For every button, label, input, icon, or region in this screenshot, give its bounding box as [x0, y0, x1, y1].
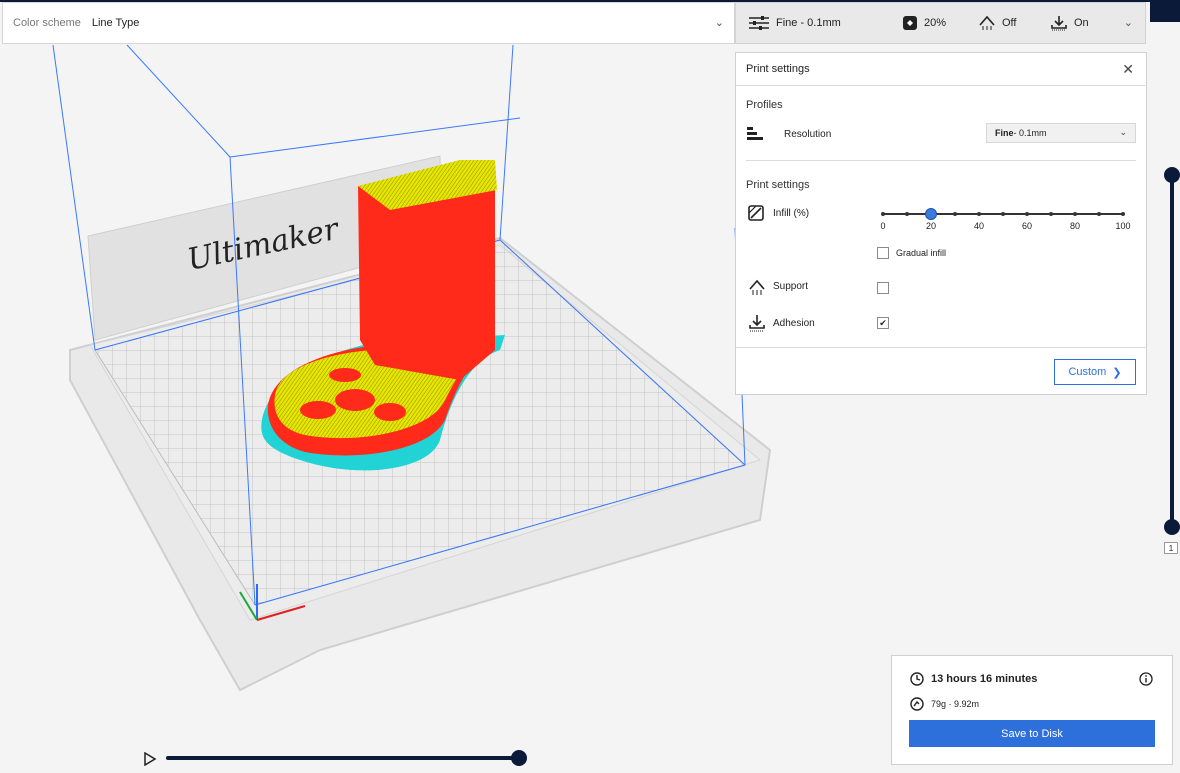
support-summary-text: Off	[1002, 17, 1017, 29]
material-usage: 79g · 9.92m	[931, 699, 980, 709]
infill-slider-step	[905, 212, 909, 216]
layer-number-label: 1	[1164, 542, 1178, 554]
simulation-handle[interactable]	[511, 750, 527, 766]
gradual-infill-label: Gradual infill	[896, 248, 947, 258]
support-icon	[749, 279, 765, 295]
infill-icon	[748, 205, 764, 221]
model-wheel-hub	[335, 389, 375, 411]
infill-slider-step	[977, 212, 981, 216]
resolution-profile-name: Fine	[995, 128, 1014, 138]
infill-slider-step	[1001, 212, 1005, 216]
clock-icon	[910, 672, 924, 686]
print-estimate-card: 13 hours 16 minutes 79g · 9.92m Save to …	[891, 655, 1173, 765]
model-wheel-hole-3	[329, 368, 361, 382]
support-checkbox[interactable]	[877, 282, 889, 294]
support-icon	[979, 15, 995, 30]
infill-summary-text: 20%	[924, 17, 947, 29]
adhesion-label: Adhesion	[773, 318, 815, 329]
adhesion-checkbox[interactable]: ✔	[877, 317, 889, 329]
color-scheme-value: Line Type	[91, 17, 140, 29]
infill-slider-step	[953, 212, 957, 216]
custom-settings-button[interactable]: Custom ❯	[1054, 359, 1136, 385]
panel-footer-divider	[736, 347, 1146, 348]
infill-tick-label: 40	[973, 221, 984, 231]
color-scheme-label: Color scheme	[13, 17, 81, 29]
adhesion-summary[interactable]: On	[1050, 15, 1089, 31]
infill-icon	[903, 16, 917, 30]
resolution-profile-height: - 0.1mm	[1013, 128, 1047, 138]
print-setup-bar[interactable]: Fine - 0.1mm 20% Off On ⌄	[735, 2, 1146, 44]
resolution-label: Resolution	[784, 129, 832, 140]
info-icon[interactable]	[1139, 672, 1153, 686]
infill-tick-label: 100	[1115, 221, 1131, 231]
chevron-down-icon: ⌄	[1119, 127, 1127, 137]
custom-button-label: Custom	[1068, 366, 1107, 378]
adhesion-icon	[749, 315, 765, 332]
print-time: 13 hours 16 minutes	[931, 673, 1038, 685]
profile-summary-text: Fine - 0.1mm	[776, 17, 841, 29]
support-label: Support	[773, 281, 809, 292]
layer-slider-top-handle[interactable]	[1164, 167, 1180, 183]
chevron-right-icon: ❯	[1112, 366, 1122, 379]
print-settings-section-label: Print settings	[746, 179, 810, 191]
infill-slider-step	[1073, 212, 1077, 216]
infill-slider[interactable]	[881, 212, 1125, 216]
profile-summary[interactable]: Fine - 0.1mm	[748, 15, 841, 31]
print-settings-panel: Print settings ✕ Profiles Resolution Fin…	[735, 52, 1147, 395]
infill-slider-step	[881, 212, 885, 216]
infill-slider-handle[interactable]	[925, 208, 937, 220]
infill-slider-step	[1049, 212, 1053, 216]
infill-tick-label: 60	[1021, 221, 1032, 231]
resolution-icon	[747, 127, 763, 140]
support-summary[interactable]: Off	[978, 15, 1016, 31]
model-wheel-hole-1	[300, 401, 336, 419]
gradual-infill-checkbox[interactable]	[877, 247, 889, 259]
color-scheme-selector[interactable]: Color scheme Line Type ⌄	[2, 2, 735, 44]
infill-slider-step	[1121, 212, 1125, 216]
section-divider	[746, 160, 1136, 161]
infill-label: Infill (%)	[773, 208, 810, 219]
adhesion-summary-text: On	[1074, 17, 1089, 29]
layer-slider-bottom-handle[interactable]	[1164, 519, 1180, 535]
chevron-down-icon: ⌄	[714, 17, 724, 29]
model-wheel-hole-2	[374, 403, 406, 421]
panel-title: Print settings	[746, 63, 810, 75]
infill-tick-label: 20	[925, 221, 936, 231]
infill-tick-label: 80	[1069, 221, 1080, 231]
play-icon[interactable]	[143, 752, 157, 766]
infill-tick-label: 0	[880, 221, 886, 231]
infill-summary[interactable]: 20%	[902, 15, 946, 31]
adhesion-icon	[1051, 16, 1067, 31]
checkmark-icon: ✔	[879, 318, 887, 328]
resolution-dropdown[interactable]: Fine - 0.1mm ⌄	[986, 123, 1136, 143]
infill-slider-step	[1025, 212, 1029, 216]
close-icon[interactable]: ✕	[1122, 61, 1134, 78]
sliders-icon	[749, 16, 769, 30]
profiles-label: Profiles	[746, 99, 783, 111]
infill-slider-step	[1097, 212, 1101, 216]
chevron-down-icon[interactable]: ⌄	[1124, 16, 1133, 29]
panel-divider	[736, 85, 1146, 86]
filament-spool-icon	[910, 697, 924, 711]
save-to-disk-button[interactable]: Save to Disk	[909, 720, 1155, 747]
